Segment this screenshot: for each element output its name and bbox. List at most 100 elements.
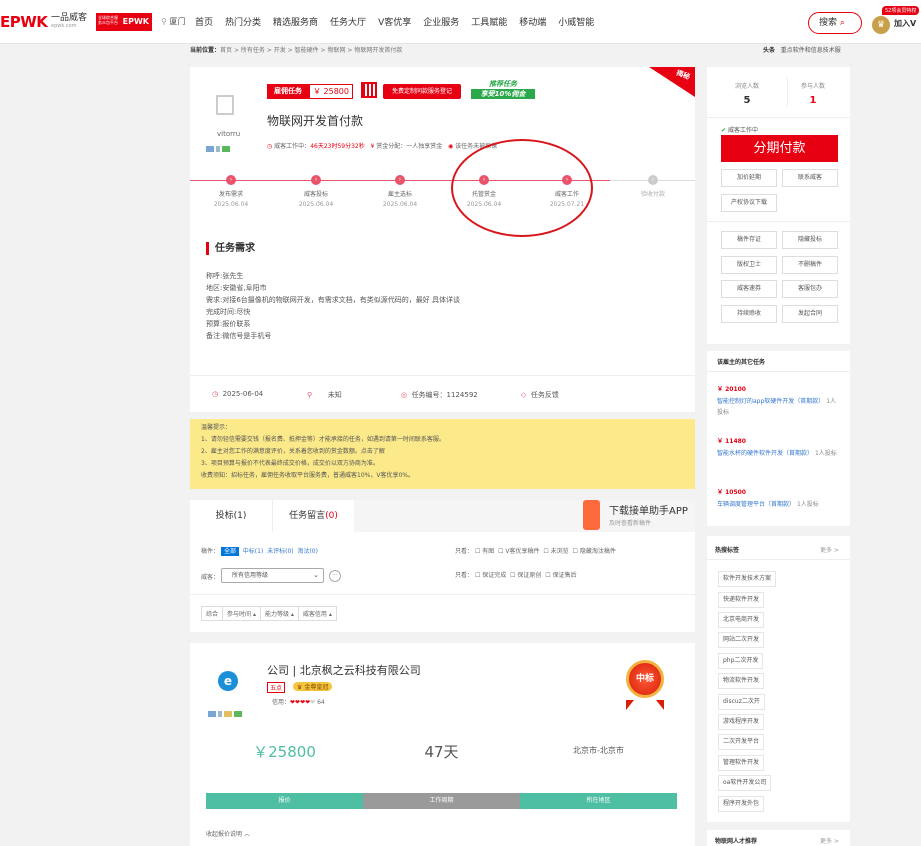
free-register-button[interactable]: 免费定制同款服务登记	[383, 84, 461, 99]
credit-select[interactable]: 所有信用等级 ⌄	[221, 568, 324, 583]
step-label: 威客投标	[303, 191, 328, 198]
nav-item[interactable]: 热门分类	[225, 15, 261, 28]
manu-label: 稿件：	[201, 548, 220, 555]
service-button[interactable]: 客服包办	[782, 280, 838, 298]
filter-panel: 稿件： 全部 中标(1) 未评标(0) 淘汰(0) 只看： ☐ 有图 ☐ V客优…	[190, 532, 695, 632]
breadcrumb-item[interactable]: 智能硬件	[295, 47, 319, 54]
nav-item[interactable]: 移动端	[519, 15, 546, 28]
hot-tag[interactable]: 北京电商开发	[718, 612, 765, 628]
other-task-name[interactable]: 智能水杯的硬件软件开发（首期款）	[717, 450, 813, 457]
other-task-item[interactable]: ￥ 10500 车辆调度管理平台（首期款） 1人投标	[717, 487, 842, 510]
checkbox[interactable]: ☐	[498, 548, 503, 555]
phone-app-icon[interactable]	[583, 500, 600, 530]
divider	[707, 117, 850, 118]
nav-item[interactable]: 小威智能	[558, 15, 594, 28]
installment-pay-button[interactable]: 分期付款	[721, 135, 838, 162]
sort-level[interactable]: 能力等级 ▴	[259, 606, 299, 621]
meta-date-text: 2025-06-04	[222, 390, 264, 398]
breadcrumb-item[interactable]: 开发	[274, 47, 286, 54]
service-button[interactable]: 威客速券	[721, 280, 777, 298]
step-accept: › 验收付款	[618, 175, 688, 198]
checkbox[interactable]: ☐	[475, 548, 480, 555]
other-task-price: ￥ 10500	[717, 489, 746, 496]
other-task-item[interactable]: ￥ 11480 智能水杯的硬件软件开发（首期款） 1人投标	[717, 436, 842, 459]
nav-item[interactable]: V客优享	[378, 15, 411, 28]
contact-worker-button[interactable]: 联系威客	[782, 169, 838, 187]
checkbox[interactable]: ☐	[543, 548, 548, 555]
ip-agreement-button[interactable]: 产权协议下载	[721, 194, 777, 212]
tab-messages[interactable]: 任务留言(0)	[272, 500, 354, 532]
service-button[interactable]: 发起合同	[782, 305, 838, 323]
countdown: 46天23时59分32秒	[310, 143, 365, 150]
breadcrumb-item[interactable]: 物联网	[327, 47, 345, 54]
promo-banner[interactable]: 推荐任务 享受10%佣金	[471, 79, 535, 101]
lbl-price: 报价	[206, 793, 363, 809]
checkbox[interactable]: ☐	[573, 548, 578, 555]
req-line: 预算:报价联系	[206, 320, 251, 328]
crown-icon: ♛	[297, 684, 303, 691]
collapse-link[interactable]: 收起报价说明 ︿	[206, 829, 250, 838]
other-task-name[interactable]: 智能控制灯的app软硬件开发（首期款）	[717, 398, 824, 405]
bidder-name[interactable]: 公司 | 北京枫之云科技有限公司	[267, 662, 421, 678]
company-icon	[224, 710, 232, 717]
more-link[interactable]: 更多 >	[820, 836, 839, 845]
manu-filter: 稿件： 全部 中标(1) 未评标(0) 淘汰(0)	[201, 546, 318, 556]
qrcode-icon[interactable]	[361, 82, 377, 98]
filter-all[interactable]: 全部	[220, 547, 239, 556]
epwk-logo[interactable]: EPWK	[0, 13, 48, 31]
nav-item[interactable]: 首页	[195, 15, 213, 28]
checkbox[interactable]: ☐	[545, 572, 550, 579]
service-button[interactable]: 持续赊收	[721, 305, 777, 323]
hot-tag[interactable]: 管理软件开发	[718, 755, 765, 771]
hot-tag[interactable]: 网站二次开发	[718, 632, 765, 648]
headline-notice[interactable]: 头条 重点软件和信息技术服	[763, 45, 841, 54]
hot-tag[interactable]: php二次开发	[718, 653, 764, 669]
coin-icon: ¥	[370, 143, 375, 150]
employer-avatar[interactable]	[216, 95, 234, 115]
bidder-auth-icons	[208, 709, 244, 718]
hot-tag[interactable]: 二次开发平台	[718, 734, 765, 750]
hot-tag[interactable]: 程序开发外包	[718, 796, 765, 812]
service-button[interactable]: 不删稿件	[782, 256, 838, 274]
other-task-name[interactable]: 车辆调度管理平台（首期款）	[717, 501, 795, 508]
filter-win[interactable]: 中标(1)	[243, 548, 264, 555]
hot-tag[interactable]: 软件开发技术方案	[718, 571, 777, 587]
checkbox[interactable]: ☐	[510, 572, 515, 579]
hot-tag[interactable]: 物流软件开发	[718, 673, 765, 689]
service-button[interactable]: 稿件存证	[721, 231, 777, 249]
view-option: 保证售后	[552, 572, 577, 579]
hot-tag[interactable]: 快递软件开发	[718, 592, 765, 608]
filter-unrated[interactable]: 未评标(0)	[267, 548, 294, 555]
hot-tag[interactable]: oa软件开发公司	[718, 775, 772, 791]
service-button[interactable]: 版权卫士	[721, 256, 777, 274]
sort-overall[interactable]: 综合	[201, 606, 224, 621]
feedback-link[interactable]: ◇ 任务反馈	[521, 390, 559, 400]
filter-eliminated[interactable]: 淘汰(0)	[297, 548, 318, 555]
nav-item[interactable]: 工具赋能	[471, 15, 507, 28]
nav-item[interactable]: 精选服务商	[273, 15, 318, 28]
vip-join[interactable]: 52项会员特权 ♛ 加入V	[870, 6, 921, 40]
bidder-avatar[interactable]: e	[218, 671, 238, 691]
employer-name[interactable]: vitorru	[217, 130, 240, 138]
other-task-item[interactable]: ￥ 20100 智能控制灯的app软硬件开发（首期款） 1人投标	[717, 384, 842, 418]
more-link[interactable]: 更多 >	[820, 545, 839, 554]
nav-item[interactable]: 任务大厅	[330, 15, 366, 28]
search-button[interactable]: 搜索 ⌕	[808, 12, 862, 34]
tab-bids[interactable]: 投标(1)	[190, 500, 272, 532]
app-download-title[interactable]: 下载接单助手APP	[609, 502, 688, 517]
breadcrumb-item[interactable]: 首页	[220, 47, 232, 54]
breadcrumb-item[interactable]: 所有任务	[241, 47, 265, 54]
other-task-count: 1人投标	[796, 501, 819, 508]
hot-tag[interactable]: 游戏程序开发	[718, 714, 765, 730]
checkbox[interactable]: ☐	[475, 572, 480, 579]
raise-extend-button[interactable]: 加价延期	[721, 169, 777, 187]
sort-credit[interactable]: 威客信用 ▴	[297, 606, 337, 621]
sort-time[interactable]: 参与时间 ▴	[222, 606, 261, 621]
divider	[707, 221, 850, 222]
hot-tag[interactable]: discuz二次开	[718, 694, 765, 710]
nav-item[interactable]: 企业服务	[423, 15, 459, 28]
service-button[interactable]: 隐藏投标	[782, 231, 838, 249]
city-selector[interactable]: ⚲ 厦门	[161, 16, 185, 27]
more-icon[interactable]: ···	[329, 570, 341, 582]
mode-label: 雇佣任务	[267, 84, 309, 99]
